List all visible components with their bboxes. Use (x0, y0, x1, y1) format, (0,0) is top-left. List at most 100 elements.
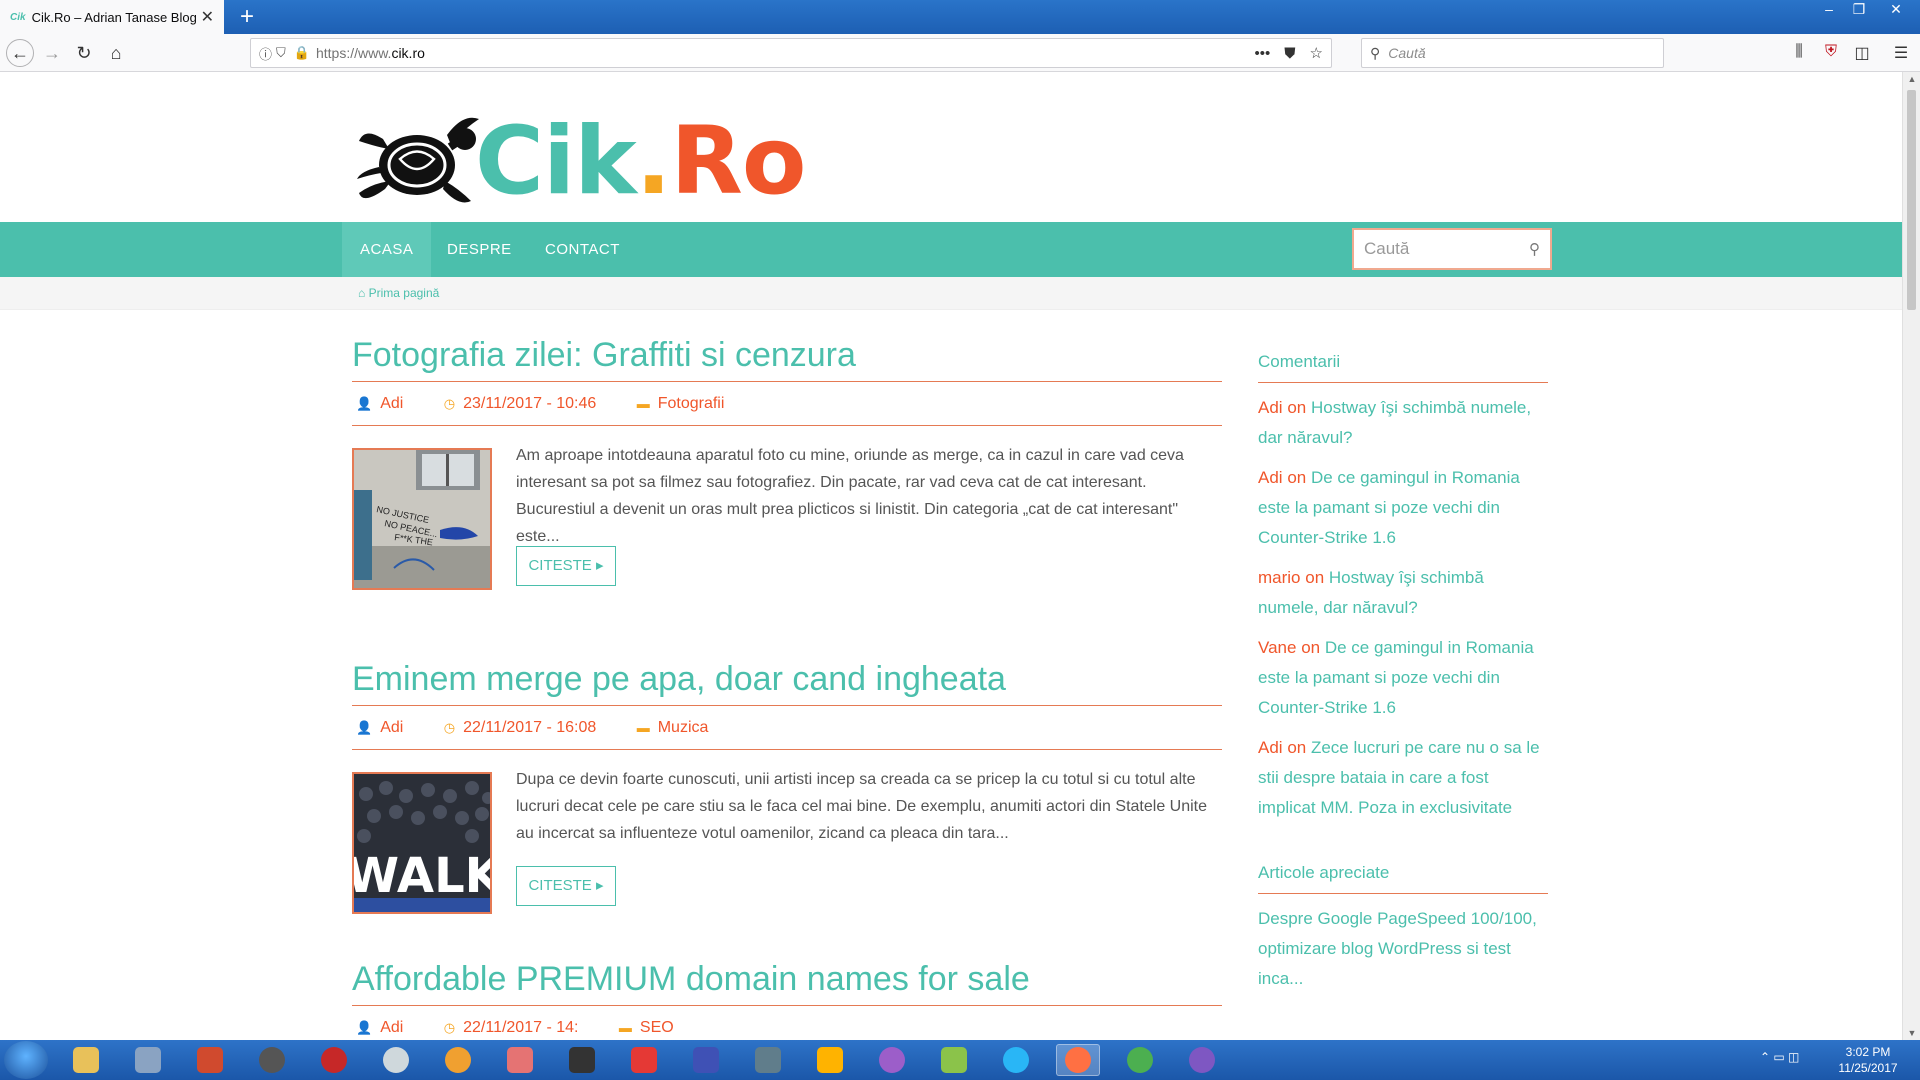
taskbar-app-icon[interactable] (870, 1044, 914, 1076)
post-meta: 👤 Adi ◷ 23/11/2017 - 10:46 ▬ Fotografii (352, 382, 1222, 426)
taskbar-app-icon[interactable] (808, 1044, 852, 1076)
site-search-icon[interactable]: ⚲ (1529, 240, 1540, 258)
logo-text-dot: . (635, 107, 672, 216)
read-more-button[interactable]: CITESTE ▸ (516, 546, 616, 586)
comment-on: on (1287, 738, 1307, 757)
post-date: ◷ 22/11/2017 - 14: (444, 1019, 597, 1036)
lock-icon[interactable]: 🔒 (294, 45, 310, 61)
start-button-icon[interactable] (4, 1041, 48, 1079)
info-icon[interactable]: ⓘ (259, 44, 272, 63)
window-close-icon[interactable]: ✕ (1880, 0, 1912, 20)
folder-icon: ▬ (618, 1020, 632, 1035)
post-author-name[interactable]: Adi (380, 395, 403, 412)
restore-icon[interactable]: ❐ (1843, 0, 1875, 20)
system-tray-icons[interactable]: ⌃ ▭ ◫ (1760, 1050, 1799, 1064)
comment-item: Adi on De ce gamingul in Romania este la… (1258, 463, 1548, 553)
taskbar-app-icon[interactable] (684, 1044, 728, 1076)
comment-link[interactable]: De ce gamingul in Romania este la pamant… (1258, 638, 1534, 717)
tab-favicon: Cik (10, 11, 26, 23)
breadcrumb[interactable]: ⌂ Prima pagină (358, 286, 439, 300)
url-bar[interactable]: ⓘ ⛉ 🔒 https://www.cik.ro ••• ⛊ ☆ (250, 38, 1332, 68)
post-author-name[interactable]: Adi (380, 1019, 403, 1036)
forward-arrow-icon[interactable]: → (38, 39, 66, 67)
caret-right-icon: ▸ (595, 877, 604, 894)
page-scrollbar[interactable]: ▲ ▼ (1902, 72, 1920, 1040)
post-category: ▬ Fotografii (637, 395, 743, 412)
bookmark-star-icon[interactable]: ☆ (1310, 44, 1323, 62)
taskbar-app-icon[interactable] (746, 1044, 790, 1076)
graffiti-photo: NO JUSTICE NO PEACE... F**K THE (354, 450, 490, 588)
post-item: Affordable PREMIUM domain names for sale… (352, 960, 1222, 1040)
post-title[interactable]: Affordable PREMIUM domain names for sale (352, 960, 1222, 1006)
home-icon[interactable]: ⌂ (102, 39, 130, 67)
post-excerpt: Am aproape intotdeauna aparatul foto cu … (516, 447, 1184, 545)
post-category-link[interactable]: Fotografii (658, 395, 725, 412)
taskbar-app-icon[interactable] (622, 1044, 666, 1076)
tab-title: Cik.Ro – Adrian Tanase Blog (31, 9, 197, 25)
firefox-icon[interactable] (1056, 1044, 1100, 1076)
site-logo[interactable]: Cik.Ro (355, 107, 806, 216)
scrollbar-thumb[interactable] (1907, 90, 1916, 310)
liked-article-link[interactable]: Despre Google PageSpeed 100/100, optimiz… (1258, 904, 1548, 994)
taskbar-app-icon[interactable] (1180, 1044, 1224, 1076)
ublock-icon[interactable]: ⛨ (1820, 43, 1842, 61)
taskbar-app-icon[interactable] (498, 1044, 542, 1076)
menu-icon[interactable]: ☰ (1890, 43, 1912, 63)
chrome-icon[interactable] (1118, 1044, 1162, 1076)
walk-photo: WALK (354, 774, 492, 912)
comment-author[interactable]: mario (1258, 568, 1301, 587)
taskbar-app-icon[interactable] (560, 1044, 604, 1076)
post-category-link[interactable]: SEO (640, 1019, 674, 1036)
ie-icon[interactable] (994, 1044, 1038, 1076)
taskbar-app-icon[interactable] (312, 1044, 356, 1076)
logo-text-part2: Ro (670, 107, 806, 216)
back-arrow-icon[interactable]: ← (6, 39, 34, 67)
taskbar-clock[interactable]: 3:02 PM 11/25/2017 (1830, 1044, 1906, 1076)
comment-item: Adi on Zece lucruri pe care nu o sa le s… (1258, 733, 1548, 823)
tracking-shield-icon[interactable]: ⛉ (276, 45, 286, 61)
taskbar-app-icon[interactable] (250, 1044, 294, 1076)
sidebar-icon[interactable]: ◫ (1851, 43, 1873, 63)
menu-item-contact[interactable]: CONTACT (527, 222, 638, 277)
taskbar-app-icon[interactable] (436, 1044, 480, 1076)
taskbar-app-icon[interactable] (126, 1044, 170, 1076)
scroll-down-icon[interactable]: ▼ (1903, 1028, 1920, 1038)
comment-author[interactable]: Adi (1258, 738, 1283, 757)
walk-text: WALK (354, 848, 492, 904)
read-more-button[interactable]: CITESTE ▸ (516, 866, 616, 906)
main-menu: ACASA DESPRE CONTACT Caută ⚲ (0, 222, 1902, 277)
post-meta: 👤 Adi ◷ 22/11/2017 - 14: ▬ SEO (352, 1006, 1222, 1040)
taskbar-app-icon[interactable] (188, 1044, 232, 1076)
reload-icon[interactable]: ↻ (70, 39, 98, 67)
library-icon[interactable]: ⫼ (1788, 43, 1810, 61)
menu-item-despre[interactable]: DESPRE (429, 222, 530, 277)
site-search-input[interactable]: Caută ⚲ (1352, 228, 1552, 270)
taskbar-app-icon[interactable] (64, 1044, 108, 1076)
post-thumbnail[interactable]: WALK (352, 772, 492, 914)
post-item: Eminem merge pe apa, doar cand ingheata … (352, 660, 1222, 914)
scroll-up-icon[interactable]: ▲ (1903, 74, 1920, 84)
comment-item: mario on Hostway îşi schimbă numele, dar… (1258, 563, 1548, 623)
comment-author[interactable]: Vane (1258, 638, 1296, 657)
taskbar-app-icon[interactable] (932, 1044, 976, 1076)
post-author-name[interactable]: Adi (380, 719, 403, 736)
url-text[interactable]: https://www.cik.ro (316, 45, 1241, 61)
comment-author[interactable]: Adi (1258, 398, 1283, 417)
clock-time: 3:02 PM (1845, 1045, 1891, 1059)
post-title[interactable]: Fotografia zilei: Graffiti si cenzura (352, 336, 1222, 382)
page-actions-icon[interactable]: ••• (1255, 45, 1271, 62)
post-title[interactable]: Eminem merge pe apa, doar cand ingheata (352, 660, 1222, 706)
comment-author[interactable]: Adi (1258, 468, 1283, 487)
browser-search-input[interactable]: ⚲ Caută (1361, 38, 1664, 68)
comment-on: on (1287, 468, 1307, 487)
pocket-icon[interactable]: ⛊ (1284, 45, 1295, 62)
taskbar-app-icon[interactable] (374, 1044, 418, 1076)
post-category-link[interactable]: Muzica (658, 719, 709, 736)
breadcrumb-bar: ⌂ Prima pagină (0, 277, 1902, 310)
menu-item-acasa[interactable]: ACASA (342, 222, 432, 277)
tab-close-icon[interactable]: ✕ (201, 7, 214, 27)
minimize-icon[interactable]: – (1813, 0, 1845, 20)
browser-tab[interactable]: Cik Cik.Ro – Adrian Tanase Blog ✕ (0, 0, 224, 34)
new-tab-icon[interactable]: + (232, 2, 262, 32)
post-thumbnail[interactable]: NO JUSTICE NO PEACE... F**K THE (352, 448, 492, 590)
